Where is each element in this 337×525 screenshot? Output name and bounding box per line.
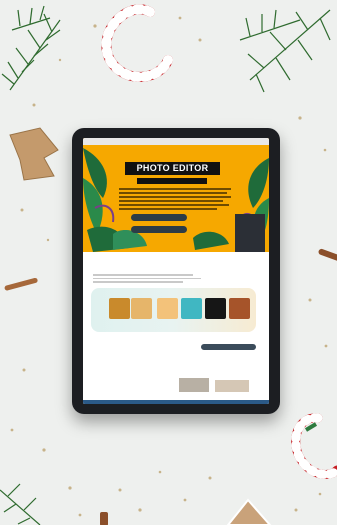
gallery-thumb[interactable] <box>229 298 250 319</box>
gingerbread-house <box>226 498 272 525</box>
footer-image <box>215 380 249 392</box>
candy-cane-top <box>101 4 173 82</box>
tablet-screen: PHOTO EDITOR <box>83 138 269 404</box>
cinnamon-bottom <box>100 512 108 525</box>
hero-title: PHOTO EDITOR <box>125 162 220 175</box>
gallery-thumb[interactable] <box>205 298 226 319</box>
candy-cane-bottom-right <box>291 413 337 479</box>
gallery-thumb[interactable] <box>109 298 130 319</box>
burlap-tree <box>9 127 59 181</box>
pine-branch-bottom-left <box>0 483 41 525</box>
photo-scene: PHOTO EDITOR <box>0 0 337 525</box>
section-paragraph <box>93 274 201 285</box>
gallery-thumb[interactable] <box>181 298 202 319</box>
hero-banner: PHOTO EDITOR <box>83 138 269 252</box>
footer-image <box>179 378 209 392</box>
gallery-thumb[interactable] <box>157 298 178 319</box>
pine-branch-top-right <box>239 9 331 93</box>
gallery-thumb[interactable] <box>131 298 152 319</box>
cinnamon-stick-right <box>318 248 337 262</box>
content-area <box>83 252 269 404</box>
pine-branch-top-left <box>1 5 61 91</box>
secondary-pill-button[interactable] <box>131 226 187 233</box>
primary-pill-button[interactable] <box>131 214 187 221</box>
page-footer <box>83 400 269 404</box>
hero-subtitle <box>137 178 207 184</box>
cta-button[interactable] <box>201 344 256 350</box>
side-tools-panel <box>235 214 265 252</box>
cinnamon-stick-left <box>4 277 38 291</box>
